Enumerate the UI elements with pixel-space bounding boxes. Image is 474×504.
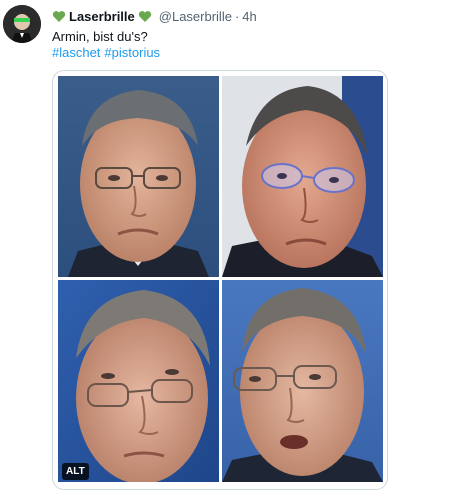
hashtag-laschet[interactable]: #laschet — [52, 45, 100, 60]
user-handle[interactable]: @Laserbrille — [159, 9, 232, 24]
user-avatar[interactable] — [3, 5, 41, 43]
alt-text-badge[interactable]: ALT — [62, 463, 89, 480]
timestamp[interactable]: 4h — [242, 9, 256, 24]
tweet-text: Armin, bist du's? — [52, 29, 148, 44]
media-grid — [52, 70, 388, 490]
separator-dot: · — [234, 9, 240, 24]
tweet-card[interactable]: Laserbrille @Laserbrille · 4h Armin, bis… — [0, 0, 474, 504]
photo-1[interactable] — [58, 76, 219, 277]
photo-2[interactable] — [222, 76, 383, 277]
green-heart-icon — [52, 10, 66, 23]
green-heart-icon — [138, 10, 152, 23]
hashtag-pistorius[interactable]: #pistorius — [104, 45, 160, 60]
display-name[interactable]: Laserbrille — [69, 9, 135, 24]
tweet-header: Laserbrille @Laserbrille · 4h — [52, 9, 257, 24]
hashtag-list: #laschet #pistorius — [52, 45, 164, 61]
photo-4[interactable] — [222, 280, 383, 482]
photo-3[interactable] — [58, 280, 219, 482]
